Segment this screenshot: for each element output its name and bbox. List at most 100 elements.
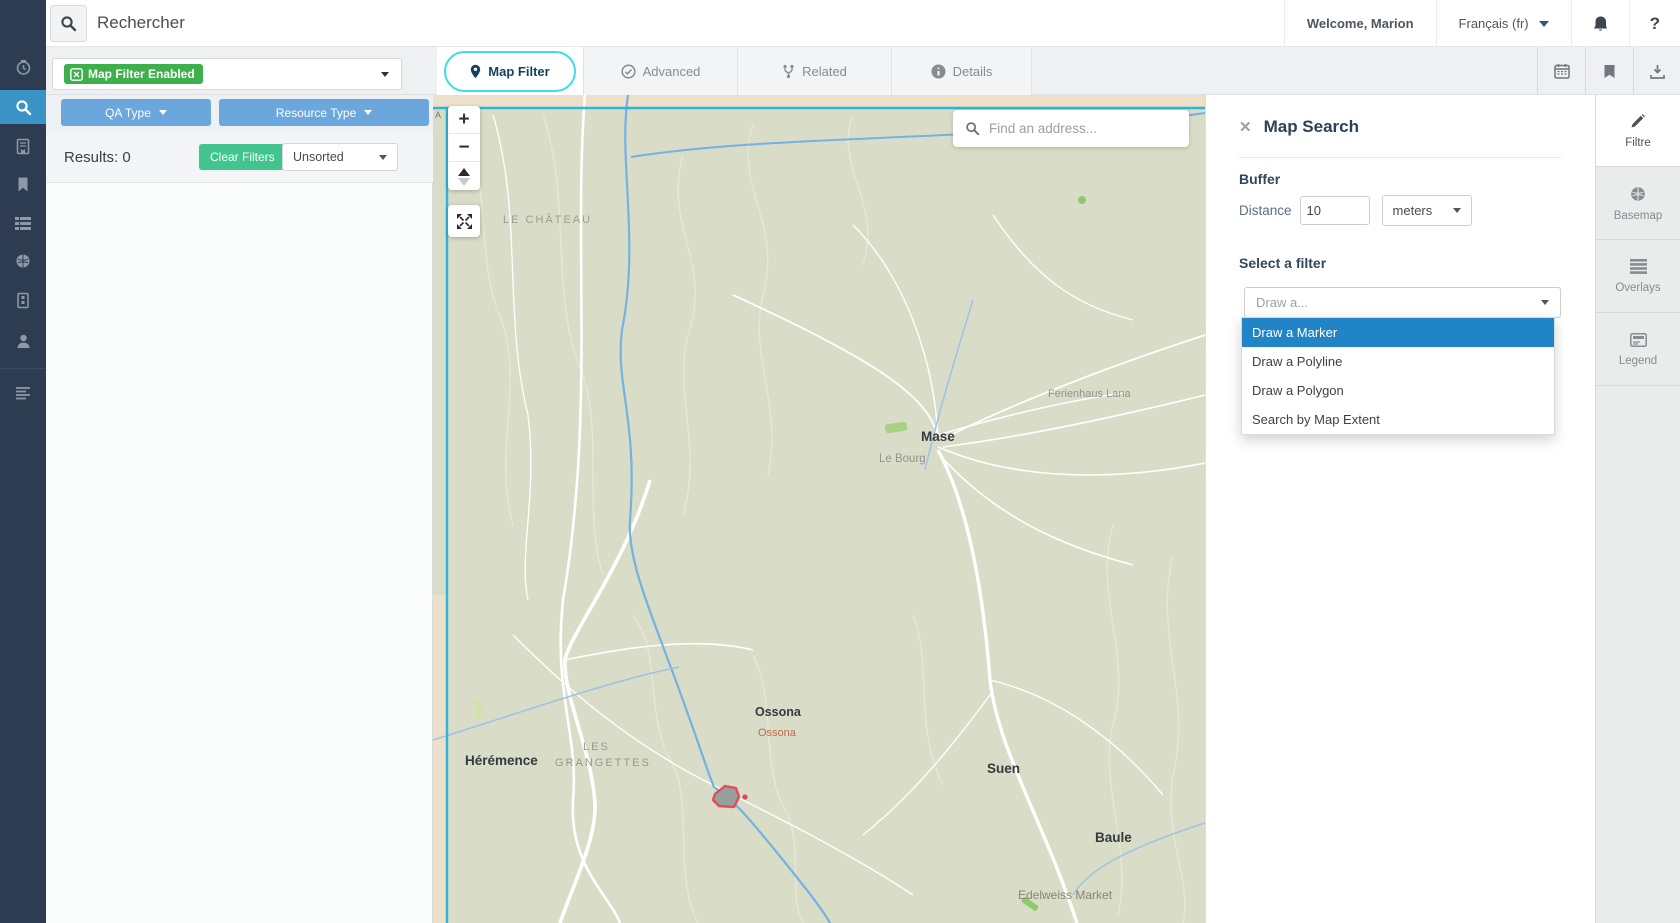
fullscreen-icon xyxy=(456,213,473,230)
inventory-icon[interactable] xyxy=(0,283,46,317)
buffer-distance-row: Distance meters xyxy=(1239,195,1472,226)
remove-filter-icon xyxy=(70,68,83,81)
distance-input[interactable] xyxy=(1300,196,1370,225)
map-label: LE CHÂTEAU xyxy=(503,213,592,226)
map-filter-enabled-badge[interactable]: Map Filter Enabled xyxy=(64,64,203,84)
fork-icon xyxy=(782,64,795,79)
map-search-panel: ✕ Map Search Buffer Distance meters Sele… xyxy=(1205,95,1595,923)
zoom-out-button[interactable]: − xyxy=(448,134,480,162)
search-nav-icon[interactable] xyxy=(0,90,46,124)
map-zoom-controls: + − xyxy=(448,106,480,190)
chevron-down-icon xyxy=(1453,208,1461,213)
resource-type-filter-button[interactable]: Resource Type xyxy=(219,99,429,126)
info-circle-icon xyxy=(931,64,946,79)
chevron-down-icon xyxy=(379,155,387,160)
map-label: Le Bourg xyxy=(879,453,926,465)
buffer-heading: Buffer xyxy=(1239,171,1280,187)
sidebar-divider xyxy=(0,368,46,369)
notifications-button[interactable] xyxy=(1571,0,1629,47)
topbar: Welcome, Marion Français (fr) ? xyxy=(46,0,1680,47)
map-label: Hérémence xyxy=(465,753,538,768)
language-label: Français (fr) xyxy=(1459,16,1529,31)
calendar-icon xyxy=(1554,63,1570,79)
panel-divider xyxy=(1239,157,1561,158)
compass-button[interactable] xyxy=(448,162,480,190)
map-canvas[interactable]: A LE CHÂTEAU Ferienhaus Lana Mase Le Bou… xyxy=(433,95,1205,923)
bookmarks-icon[interactable] xyxy=(0,167,46,201)
search-icon xyxy=(965,121,980,136)
close-panel-icon[interactable]: ✕ xyxy=(1239,118,1252,136)
option-draw-a-polygon[interactable]: Draw a Polygon xyxy=(1242,376,1554,405)
spatial-filter-select[interactable]: Draw a... xyxy=(1244,287,1561,318)
distance-label: Distance xyxy=(1239,203,1292,218)
search-toolbar: Map Filter Enabled Map Filter Advanced R… xyxy=(46,47,1680,95)
chevron-down-icon xyxy=(1541,300,1549,305)
time-filter-button[interactable] xyxy=(1537,47,1585,95)
map-pin-icon xyxy=(470,64,481,79)
fullscreen-button[interactable] xyxy=(448,205,480,237)
tab-details[interactable]: Details xyxy=(892,47,1032,95)
cards-icon[interactable] xyxy=(0,206,46,240)
results-list-empty xyxy=(46,183,432,923)
geography-globe-icon[interactable] xyxy=(0,244,46,278)
map-label: Ossona xyxy=(758,727,797,739)
tab-filtre[interactable]: Filtre xyxy=(1596,95,1680,167)
tab-overlays[interactable]: Overlays xyxy=(1596,241,1680,313)
sort-select[interactable]: Unsorted xyxy=(282,143,398,171)
search-icon[interactable] xyxy=(50,5,87,42)
option-draw-a-marker[interactable]: Draw a Marker xyxy=(1242,318,1554,347)
clear-filters-button[interactable]: Clear Filters xyxy=(199,144,286,170)
global-search-input[interactable] xyxy=(97,13,797,33)
map-attribution-fragment: A xyxy=(435,110,441,120)
tab-legend[interactable]: Legend xyxy=(1596,314,1680,386)
tab-advanced[interactable]: Advanced xyxy=(584,47,738,95)
bookmark-icon xyxy=(1603,64,1616,79)
map-label: Suen xyxy=(987,761,1020,776)
map-label: GRANGETTES xyxy=(555,757,651,769)
map-tiles: A LE CHÂTEAU Ferienhaus Lana Mase Le Bou… xyxy=(433,95,1205,923)
bell-icon xyxy=(1592,15,1609,33)
geocoder-input[interactable] xyxy=(989,121,1159,136)
map-tools-tabs: Filtre Basemap Overlays Legend xyxy=(1595,95,1680,923)
south-arrow-icon xyxy=(458,178,470,186)
pencil-icon xyxy=(1630,113,1646,129)
select-filter-heading: Select a filter xyxy=(1239,255,1326,271)
geocoder-search[interactable] xyxy=(953,110,1189,147)
language-selector[interactable]: Français (fr) xyxy=(1436,0,1571,47)
tab-basemap[interactable]: Basemap xyxy=(1596,168,1680,240)
chevron-down-icon xyxy=(381,72,389,77)
spatial-filter-dropdown: Draw a Marker Draw a Polyline Draw a Pol… xyxy=(1241,317,1555,435)
main-sidebar xyxy=(0,0,46,923)
map-label: LES xyxy=(583,741,610,753)
resources-icon[interactable] xyxy=(0,129,46,163)
filter-placeholder: Draw a... xyxy=(1256,295,1308,310)
north-arrow-icon xyxy=(458,168,470,176)
help-button[interactable]: ? xyxy=(1629,0,1680,47)
map-label: Ferienhaus Lana xyxy=(1048,388,1131,400)
menu-icon[interactable] xyxy=(0,376,46,410)
recent-activity-icon[interactable] xyxy=(0,50,46,84)
export-button[interactable] xyxy=(1633,47,1680,95)
zoom-in-button[interactable]: + xyxy=(448,106,480,134)
map-label: Edelweiss Market xyxy=(1018,888,1113,902)
check-circle-icon xyxy=(621,64,636,79)
saved-searches-button[interactable] xyxy=(1585,47,1633,95)
profile-icon[interactable] xyxy=(0,324,46,358)
map-label: Ossona xyxy=(755,705,802,719)
active-filters-select[interactable]: Map Filter Enabled xyxy=(52,58,402,90)
option-search-by-map-extent[interactable]: Search by Map Extent xyxy=(1242,405,1554,434)
image-icon xyxy=(1630,333,1647,347)
panel-header: ✕ Map Search xyxy=(1239,117,1359,137)
qa-type-filter-button[interactable]: QA Type xyxy=(61,99,211,126)
chevron-down-icon xyxy=(1539,21,1549,27)
globe-icon xyxy=(1630,186,1646,202)
tab-related[interactable]: Related xyxy=(738,47,892,95)
map-label: Baule xyxy=(1095,830,1132,845)
chevron-down-icon xyxy=(159,110,167,115)
tab-map-filter[interactable]: Map Filter xyxy=(437,47,584,95)
results-header: Results: 0 Clear Filters Unsorted xyxy=(46,133,433,183)
welcome-user[interactable]: Welcome, Marion xyxy=(1284,0,1436,47)
option-draw-a-polyline[interactable]: Draw a Polyline xyxy=(1242,347,1554,376)
results-panel: QA Type Resource Type Results: 0 Clear F… xyxy=(46,95,433,923)
buffer-unit-select[interactable]: meters xyxy=(1382,195,1472,226)
